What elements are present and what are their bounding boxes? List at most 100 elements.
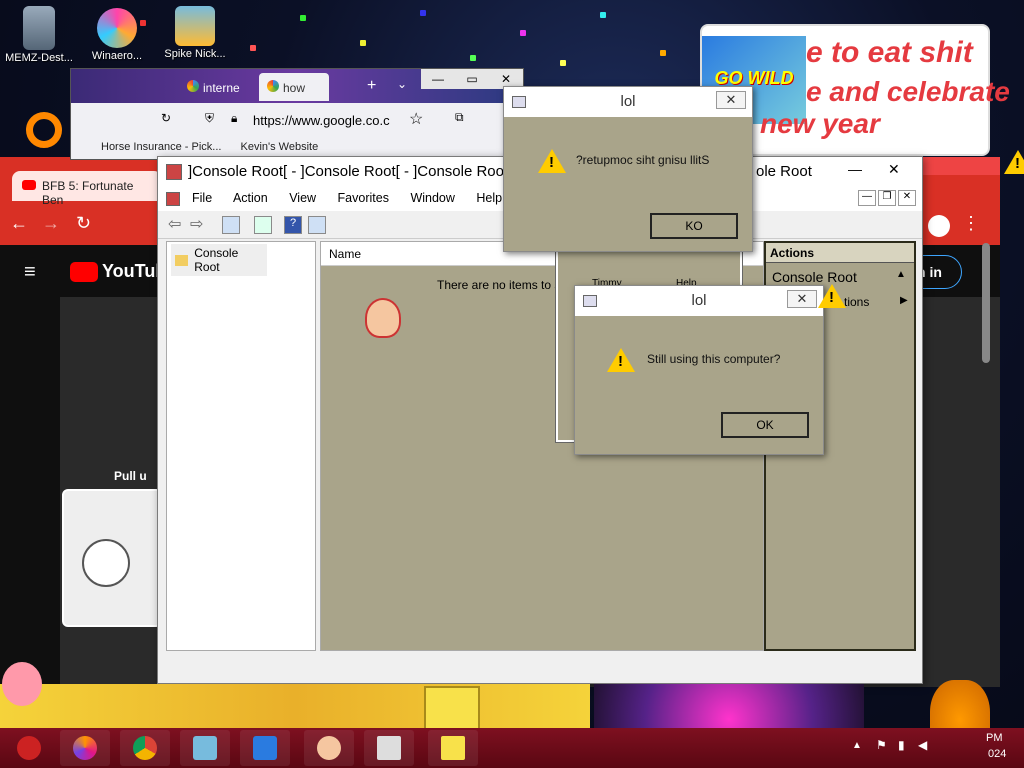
bookmark-item[interactable]: Horse Insurance - Pick... [101, 141, 221, 153]
tree-pane: Console Root [166, 241, 316, 651]
mmc-app-icon [166, 164, 182, 180]
tab-label: interne [203, 81, 240, 95]
submenu-arrow-icon[interactable]: ▶ [900, 295, 908, 306]
banner-line-1: e to eat shit [806, 36, 973, 69]
youtube-scrollbar[interactable] [982, 243, 990, 363]
stick-figure-image [82, 539, 130, 587]
mmc-title-tail: ole Root [756, 163, 812, 180]
chrome-icon [133, 736, 157, 760]
child-close-button[interactable]: ✕ [898, 190, 916, 206]
new-tab-icon[interactable]: + [367, 77, 376, 95]
collapse-arrow-icon[interactable]: ▲ [896, 269, 906, 280]
firefox-icon [73, 736, 97, 760]
menu-file[interactable]: File [192, 191, 212, 205]
dialog-app-icon [583, 295, 597, 307]
taskbar-app-chrome[interactable] [120, 730, 170, 766]
taskbar: ▲ ⚑ ▮ ◀ PM 024 [0, 728, 1024, 768]
reload-icon[interactable]: ↻ [161, 111, 171, 125]
taskbar-app-mmc[interactable] [364, 730, 414, 766]
hamburger-menu-icon[interactable]: ≡ [24, 261, 36, 284]
tree-item-console-root[interactable]: Console Root [171, 244, 267, 276]
minimize-button[interactable]: — [848, 161, 862, 177]
close-button[interactable]: ✕ [787, 290, 817, 308]
spike-icon [193, 736, 217, 760]
dialog-message: Still using this computer? [647, 352, 781, 366]
google-icon [187, 80, 199, 92]
volume-icon[interactable]: ◀ [918, 738, 927, 752]
child-restore-button[interactable]: ❐ [878, 190, 896, 206]
back-arrow-icon[interactable]: ⇦ [168, 214, 181, 234]
close-button[interactable]: ✕ [716, 91, 746, 109]
show-hide-tree-icon[interactable] [222, 216, 240, 234]
firefox-tab-how[interactable]: how [259, 73, 329, 101]
tab-list-chevron-icon[interactable]: ⌄ [397, 77, 407, 91]
back-arrow-icon[interactable]: ← [10, 213, 28, 234]
patrick-sprite [2, 662, 42, 706]
actions-item-console-root[interactable]: Console Root [766, 263, 914, 285]
firefox-nav-bar: ↻ ⛨ 🔒︎ https://www.google.co.c ☆ ⧉ [71, 103, 523, 137]
lock-icon[interactable]: 🔒︎ [231, 111, 237, 126]
menu-favorites[interactable]: Favorites [338, 191, 389, 205]
clock-time[interactable]: PM [986, 732, 1003, 744]
close-button[interactable]: ✕ [888, 161, 900, 178]
help-icon[interactable]: ? [284, 216, 302, 234]
actions-sub-item[interactable]: tions [844, 295, 869, 309]
banner-line-3: new year [760, 108, 880, 139]
taskbar-app-timmy[interactable] [304, 730, 354, 766]
menu-action[interactable]: Action [233, 191, 268, 205]
export-list-icon[interactable] [254, 216, 272, 234]
child-minimize-button[interactable]: — [858, 190, 876, 206]
shield-icon[interactable]: ⛨ [205, 111, 214, 126]
warning-icon [818, 284, 846, 308]
desktop-icon-label: MEMZ-Dest... [5, 52, 73, 64]
desktop-icon-label: Spike Nick... [164, 48, 226, 60]
thumbnail-card[interactable] [62, 489, 162, 627]
dialog-ok-button[interactable]: OK [721, 412, 809, 438]
dialog-lol-reversed[interactable]: lol ✕ ?retupmoc siht gnisu llitS KO [503, 86, 753, 252]
minimize-button[interactable]: — [421, 69, 455, 89]
taskbar-app-spongebob[interactable] [428, 730, 478, 766]
warning-icon [538, 149, 566, 173]
forward-arrow-icon[interactable]: ⇨ [190, 214, 203, 234]
bookmark-item[interactable]: Kevin's Website [241, 141, 319, 153]
tray-chevron-icon[interactable]: ▲ [852, 740, 862, 751]
menu-window[interactable]: Window [410, 191, 454, 205]
dialog-message: ?retupmoc siht gnisu llitS [576, 153, 710, 167]
clock-date[interactable]: 024 [988, 748, 1006, 760]
taskbar-app-firefox[interactable] [60, 730, 110, 766]
profile-icon[interactable] [928, 215, 950, 237]
desktop-icon-spike[interactable]: Spike Nick... [160, 6, 230, 60]
reload-icon[interactable]: ↻ [76, 213, 91, 234]
timmy-sprite [365, 298, 401, 338]
flag-icon[interactable]: ⚑ [876, 738, 887, 752]
firefox-tab-internet[interactable]: interne [179, 73, 259, 101]
start-icon [17, 736, 41, 760]
taskbar-start[interactable] [4, 730, 54, 766]
mmc-title: ]Console Root[ - ]Console Root[ - ]Conso… [188, 163, 509, 180]
bookmark-star-icon[interactable]: ☆ [409, 109, 423, 129]
url-bar[interactable]: https://www.google.co.c [253, 109, 423, 133]
maximize-button[interactable]: ▭ [455, 69, 489, 89]
extensions-icon[interactable]: ⧉ [455, 110, 464, 125]
console-icon [166, 192, 180, 206]
chrome-tab[interactable]: BFB 5: Fortunate Ben [12, 171, 162, 207]
mmc-icon [377, 736, 401, 760]
google-icon [267, 80, 279, 92]
more-menu-icon[interactable]: ⋮ [962, 213, 980, 234]
orange-ring-icon[interactable] [26, 112, 62, 148]
desktop-icon-winaero[interactable]: Winaero... [82, 8, 152, 62]
menu-view[interactable]: View [289, 191, 316, 205]
dialog-ko-button[interactable]: KO [650, 213, 738, 239]
firefox-window[interactable]: interne how + ⌄ — ▭ ✕ ↻ ⛨ 🔒︎ https://www… [70, 68, 524, 160]
show-hide-action-pane-icon[interactable] [308, 216, 326, 234]
dialog-lol[interactable]: lol ✕ Still using this computer? OK [574, 285, 824, 455]
desktop-icon-memz[interactable]: MEMZ-Dest... [4, 6, 74, 64]
network-icon[interactable]: ▮ [898, 738, 905, 752]
warning-icon [1004, 150, 1024, 174]
taskbar-app-gowild[interactable] [240, 730, 290, 766]
taskbar-app-spike[interactable] [180, 730, 230, 766]
forward-arrow-icon[interactable]: → [42, 213, 60, 234]
folder-icon [175, 254, 189, 266]
spike-icon [175, 6, 215, 46]
menu-help[interactable]: Help [476, 191, 502, 205]
